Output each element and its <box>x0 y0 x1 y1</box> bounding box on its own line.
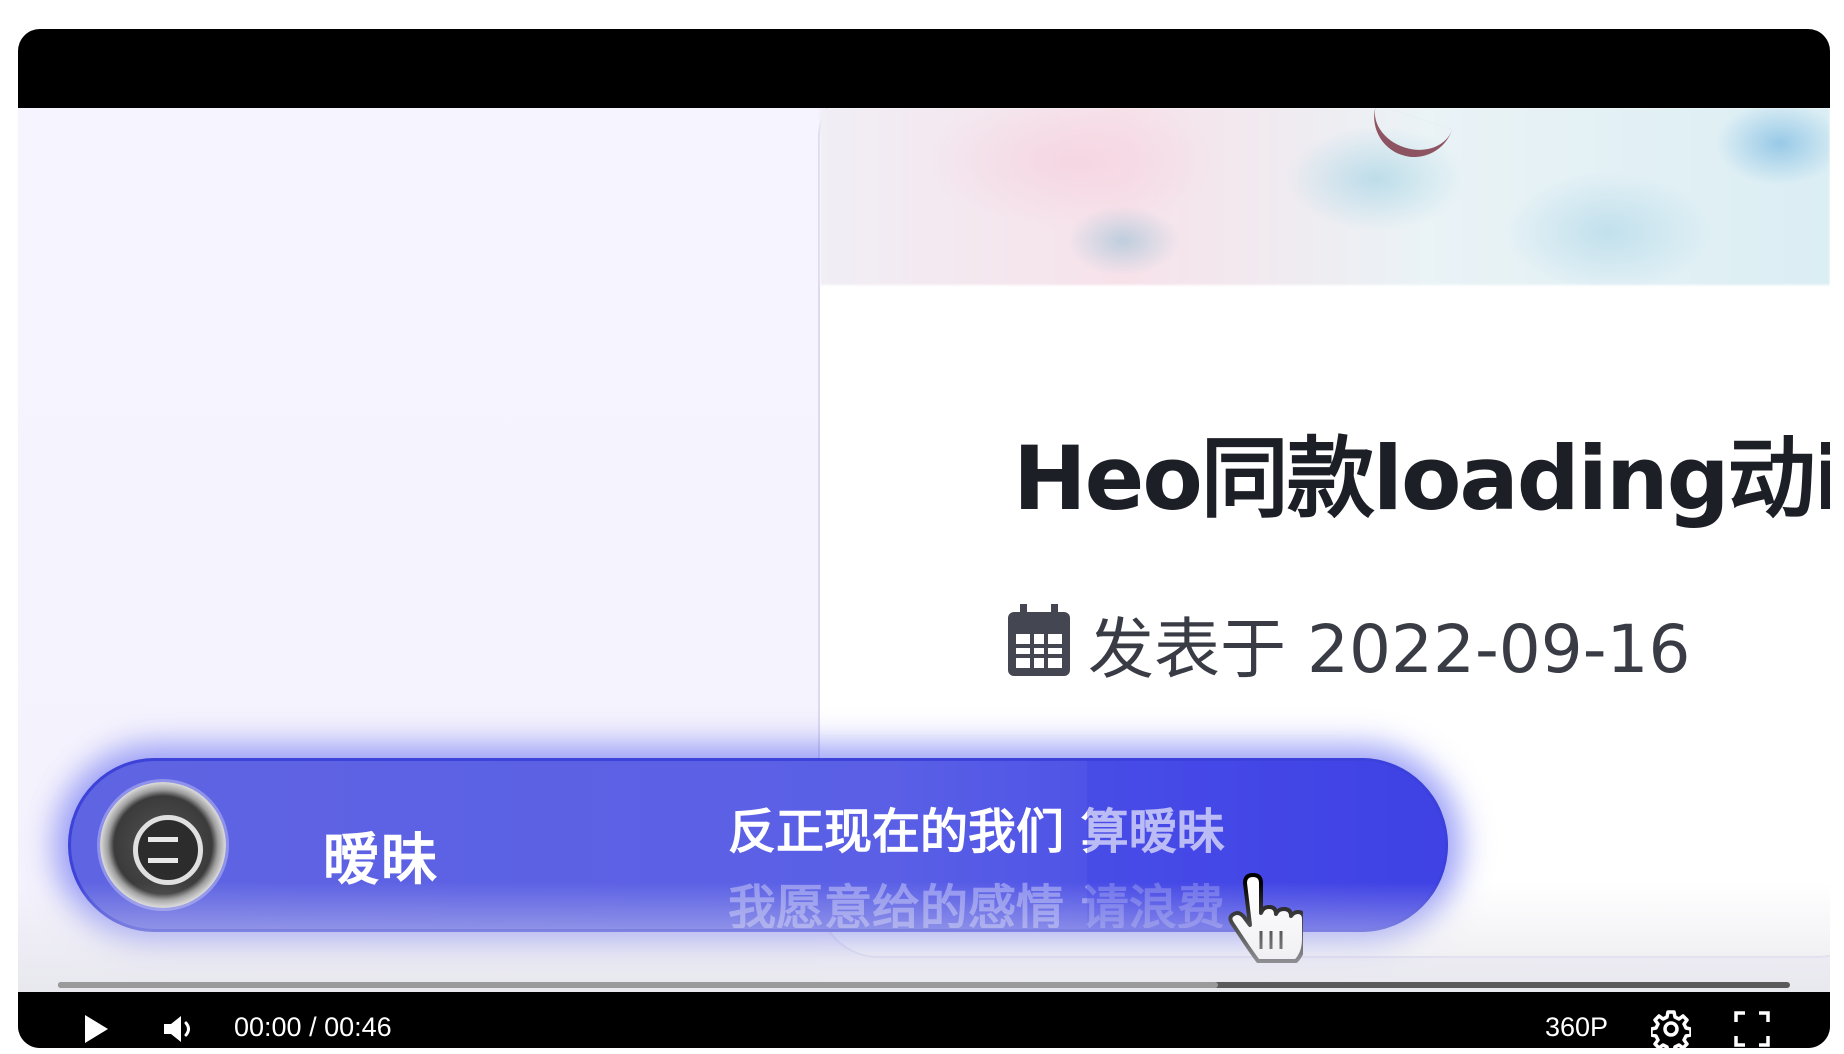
volume-button[interactable] <box>156 1009 204 1048</box>
gear-icon <box>1651 1010 1691 1048</box>
video-frame[interactable]: Heo同款loading动i 发表于 2022-09-16 暧昧 反正现在的我们… <box>18 108 1830 992</box>
video-bottom-fade <box>18 882 1830 992</box>
calendar-icon <box>1008 604 1070 676</box>
duration: 00:46 <box>324 1012 392 1042</box>
progress-bar[interactable] <box>58 982 1790 988</box>
article-title: Heo同款loading动i <box>1013 427 1830 530</box>
article-cover-image <box>820 108 1830 285</box>
quality-selector[interactable]: 360P <box>1545 1012 1608 1043</box>
time-display: 00:00 / 00:46 <box>234 1012 392 1043</box>
fullscreen-icon <box>1734 1011 1770 1047</box>
time-separator: / <box>301 1012 325 1042</box>
date-text: 发表于 2022-09-16 <box>1088 611 1691 688</box>
play-icon <box>85 1015 108 1043</box>
video-player[interactable]: Heo同款loading动i 发表于 2022-09-16 暧昧 反正现在的我们… <box>18 29 1830 1048</box>
current-time: 00:00 <box>234 1012 302 1042</box>
play-button[interactable] <box>76 1009 116 1048</box>
article-date: 发表于 2022-09-16 <box>1008 596 1691 692</box>
progress-buffered <box>58 982 1219 988</box>
fullscreen-button[interactable] <box>1730 1009 1774 1048</box>
volume-icon <box>164 1016 190 1042</box>
settings-button[interactable] <box>1649 1009 1693 1048</box>
